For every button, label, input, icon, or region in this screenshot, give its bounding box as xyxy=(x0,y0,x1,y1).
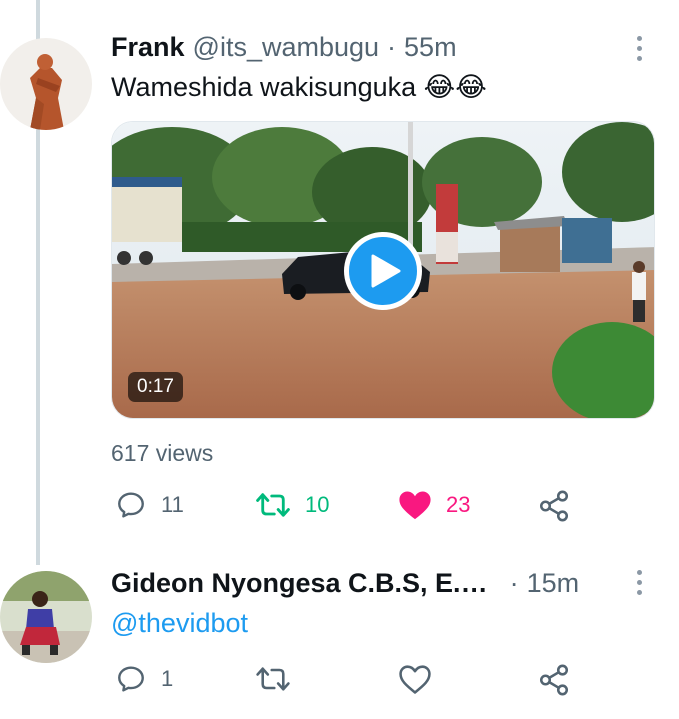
reply-button[interactable]: 11 xyxy=(115,489,184,521)
more-icon[interactable] xyxy=(633,570,645,595)
timestamp[interactable]: 55m xyxy=(404,32,457,63)
reply-count: 1 xyxy=(161,666,174,691)
separator-dot: · xyxy=(509,568,519,598)
tweet-actions: 1 xyxy=(111,663,581,703)
tweet-actions: 11 10 23 xyxy=(111,489,581,529)
play-icon xyxy=(371,254,401,288)
reply-count: 11 xyxy=(161,492,184,517)
like-count: 23 xyxy=(446,492,471,517)
more-icon[interactable] xyxy=(633,36,645,61)
tweet-text: Wameshida wakisunguka 😂😂 xyxy=(111,72,487,102)
retweet-button[interactable]: 10 xyxy=(255,489,329,521)
retweet-count: 10 xyxy=(305,492,330,517)
retweet-icon xyxy=(256,493,290,517)
play-button[interactable] xyxy=(344,232,422,310)
timestamp[interactable]: 15m xyxy=(527,568,580,599)
like-button[interactable]: 23 xyxy=(398,489,470,521)
mention-link[interactable]: @thevidbot xyxy=(111,608,248,639)
display-name[interactable]: Gideon Nyongesa C.B.S, E.… xyxy=(111,568,488,599)
retweet-button[interactable] xyxy=(255,663,305,695)
view-count: 617 views xyxy=(111,440,214,466)
like-button[interactable] xyxy=(398,663,446,695)
share-button[interactable] xyxy=(537,489,571,523)
heart-icon xyxy=(399,665,431,694)
tweet-header: Gideon Nyongesa C.B.S, E.… · 15m xyxy=(111,568,579,599)
video-player[interactable]: 0:17 xyxy=(111,121,655,419)
share-icon xyxy=(539,664,569,696)
separator-dot: · xyxy=(387,32,397,62)
reply-icon xyxy=(118,666,144,692)
share-button[interactable] xyxy=(537,663,571,697)
share-icon xyxy=(539,490,569,522)
user-handle[interactable]: @its_wambugu xyxy=(193,32,380,63)
video-duration: 0:17 xyxy=(128,372,183,402)
reply-icon xyxy=(118,492,144,518)
reply-button[interactable]: 1 xyxy=(115,663,173,695)
avatar[interactable] xyxy=(0,571,92,663)
tweet-header: Frank @its_wambugu · 55m xyxy=(111,32,457,63)
retweet-icon xyxy=(256,667,290,691)
display-name[interactable]: Frank xyxy=(111,32,185,63)
avatar[interactable] xyxy=(0,38,92,130)
heart-icon xyxy=(399,491,431,520)
